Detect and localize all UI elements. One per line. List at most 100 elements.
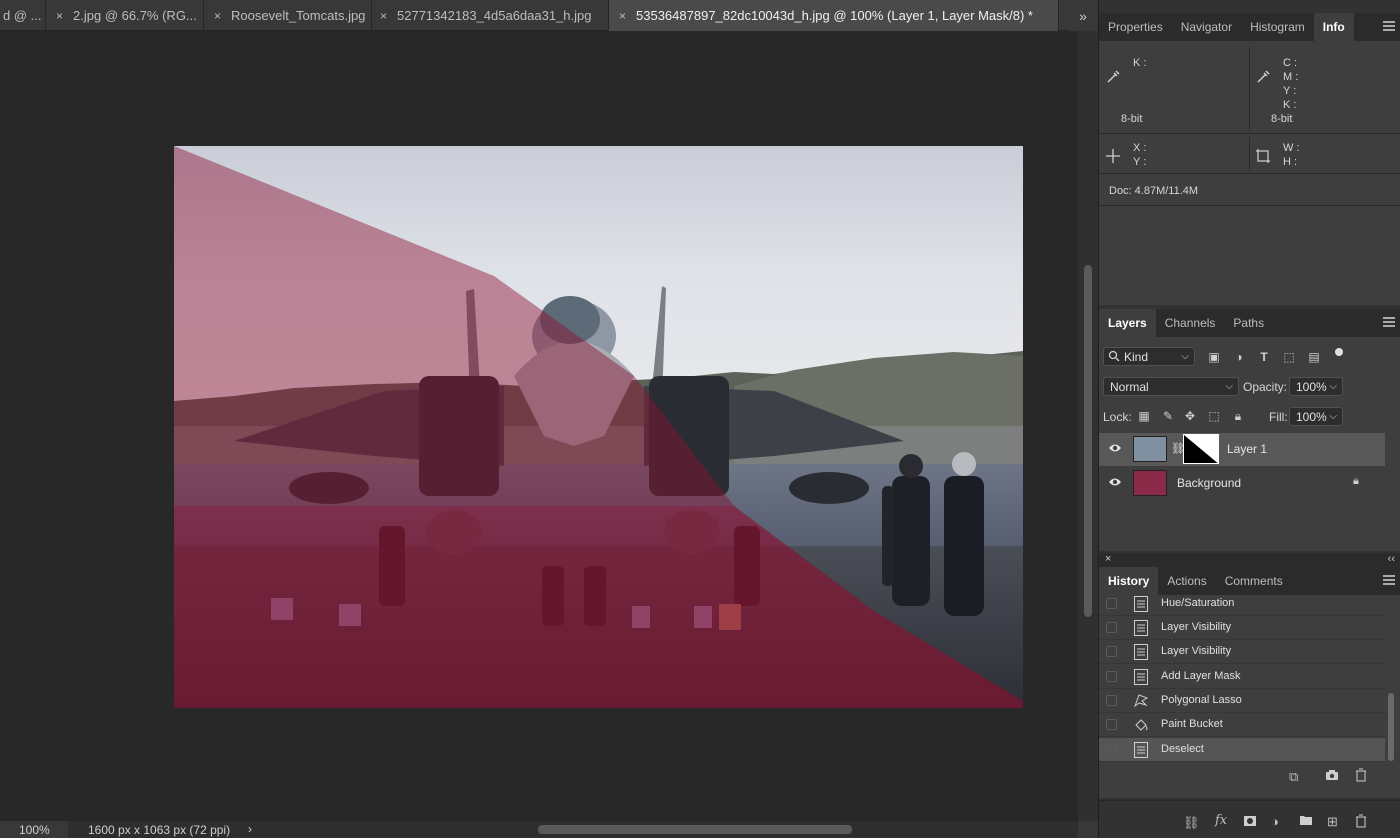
history-item-label: Deselect	[1161, 743, 1204, 755]
tab-doc-5-active[interactable]: × 53536487897_82dc10043d_h.jpg @ 100% (L…	[609, 0, 1059, 31]
fx-icon[interactable]: fx	[1215, 813, 1227, 828]
tab-navigator[interactable]: Navigator	[1172, 13, 1241, 41]
layer-name[interactable]: Background	[1177, 476, 1241, 490]
panel-menu-icon[interactable]	[1383, 575, 1395, 585]
blend-mode-select[interactable]: Normal ⌵	[1103, 377, 1239, 396]
eye-icon[interactable]	[1108, 442, 1122, 457]
document-icon	[1134, 742, 1148, 758]
lock-label: Lock:	[1103, 410, 1132, 424]
history-item[interactable]: Polygonal Lasso	[1099, 689, 1385, 713]
tab-layers[interactable]: Layers	[1099, 309, 1156, 337]
lock-transparent-icon[interactable]: ▦	[1137, 409, 1151, 423]
history-panel-body: Hue/Saturation Layer Visibility Layer Vi…	[1099, 595, 1400, 798]
info-c-label: C :	[1283, 57, 1298, 69]
history-panel-header-strip: × ‹‹	[1099, 553, 1400, 567]
filter-type-icon[interactable]: T	[1257, 350, 1271, 364]
info-y-label: Y :	[1283, 85, 1297, 97]
layer-row-background[interactable]: Background 🔒︎	[1099, 467, 1385, 500]
info-panel-body: K : 8-bit C : M : Y : K : 8-bit X : Y : …	[1099, 41, 1400, 305]
history-item[interactable]: Layer Visibility	[1099, 616, 1385, 640]
history-scrollbar[interactable]	[1387, 595, 1397, 763]
zoom-level[interactable]: 100%	[19, 823, 50, 837]
tab-label: d @ ...	[3, 8, 42, 23]
snapshot-checkbox[interactable]	[1106, 719, 1117, 730]
collapse-icon[interactable]: ‹‹	[1388, 553, 1395, 565]
filter-toggle-icon[interactable]	[1335, 348, 1343, 356]
lock-artboard-icon[interactable]: ⬚	[1207, 409, 1221, 423]
history-item[interactable]: Hue/Saturation	[1099, 595, 1385, 616]
tab-channels[interactable]: Channels	[1156, 309, 1225, 337]
tab-overflow-icon[interactable]: »	[1068, 0, 1098, 31]
tab-paths[interactable]: Paths	[1224, 309, 1273, 337]
lock-position-icon[interactable]: ✥	[1183, 409, 1197, 423]
camera-icon[interactable]	[1325, 769, 1339, 784]
snapshot-checkbox[interactable]	[1106, 598, 1117, 609]
vertical-scrollbar[interactable]	[1078, 31, 1098, 821]
layer-row-layer1[interactable]: ⛓︎ Layer 1	[1099, 433, 1385, 466]
doc-size: Doc: 4.87M/11.4M	[1109, 185, 1199, 197]
new-layer-icon[interactable]: ⊞	[1327, 814, 1338, 830]
link-layers-icon[interactable]: ⛓︎	[1183, 815, 1200, 831]
panel-menu-icon[interactable]	[1383, 21, 1395, 31]
document-dimensions: 1600 px x 1063 px (72 ppi)	[88, 823, 231, 837]
filter-adjustment-icon[interactable]: ◑	[1232, 350, 1246, 364]
history-scroll-thumb[interactable]	[1388, 693, 1394, 761]
tab-doc-2[interactable]: × 2.jpg @ 66.7% (RG...	[46, 0, 204, 31]
new-document-from-state-icon[interactable]: ⧉	[1289, 769, 1298, 785]
horizontal-scroll-thumb[interactable]	[538, 825, 852, 834]
tab-info[interactable]: Info	[1313, 13, 1354, 41]
tab-histogram[interactable]: Histogram	[1241, 13, 1314, 41]
tab-properties[interactable]: Properties	[1099, 13, 1172, 41]
history-item[interactable]: Paint Bucket	[1099, 713, 1385, 737]
info-h-label: H :	[1283, 156, 1298, 168]
folder-icon[interactable]	[1299, 814, 1313, 829]
close-icon[interactable]: ×	[619, 9, 626, 23]
trash-icon[interactable]	[1355, 768, 1367, 785]
opacity-label: Opacity:	[1243, 380, 1288, 394]
tab-doc-3[interactable]: × Roosevelt_Tomcats.jpg	[204, 0, 372, 31]
filter-pixel-icon[interactable]: ▣	[1207, 350, 1221, 364]
history-item[interactable]: Layer Visibility	[1099, 640, 1385, 664]
info-panel-tabs: Properties Navigator Histogram Info	[1099, 13, 1400, 41]
tab-actions[interactable]: Actions	[1158, 567, 1215, 595]
history-item-label: Add Layer Mask	[1161, 670, 1241, 682]
snapshot-checkbox[interactable]	[1106, 622, 1117, 633]
history-item[interactable]: Add Layer Mask	[1099, 665, 1385, 689]
close-icon[interactable]: ×	[1105, 553, 1111, 565]
eyedropper-icon	[1105, 69, 1121, 88]
adjustment-layer-icon[interactable]: ◑	[1271, 814, 1279, 829]
fill-input[interactable]: 100% ⌵	[1289, 407, 1343, 426]
eye-icon[interactable]	[1108, 476, 1122, 491]
vertical-scroll-thumb[interactable]	[1084, 265, 1092, 617]
lock-all-icon[interactable]: 🔒︎	[1231, 409, 1245, 423]
add-mask-icon[interactable]	[1243, 815, 1257, 830]
lock-paint-icon[interactable]: ✎	[1161, 409, 1175, 423]
close-icon[interactable]: ×	[214, 9, 221, 23]
close-icon[interactable]: ×	[380, 9, 387, 23]
snapshot-checkbox[interactable]	[1106, 695, 1117, 706]
filter-smart-object-icon[interactable]: ▤	[1307, 350, 1321, 364]
document-tab-bar: d @ ... × 2.jpg @ 66.7% (RG... × Rooseve…	[0, 0, 1098, 31]
filter-shape-icon[interactable]: ⬚	[1282, 350, 1296, 364]
lasso-icon	[1133, 694, 1149, 708]
document-image[interactable]	[174, 146, 1023, 708]
history-item-selected[interactable]: Deselect	[1099, 738, 1385, 762]
tab-history[interactable]: History	[1099, 567, 1159, 595]
tab-comments[interactable]: Comments	[1216, 567, 1292, 595]
panel-menu-icon[interactable]	[1383, 317, 1395, 327]
close-icon[interactable]: ×	[56, 9, 63, 23]
snapshot-checkbox[interactable]	[1106, 671, 1117, 682]
layer-filter-kind[interactable]: Kind ⌵	[1103, 347, 1195, 366]
trash-icon[interactable]	[1355, 814, 1367, 831]
tab-doc-4[interactable]: × 52771342183_4d5a6daa31_h.jpg	[372, 0, 609, 31]
tab-label: 53536487897_82dc10043d_h.jpg @ 100% (Lay…	[636, 8, 1033, 23]
canvas-area[interactable]	[0, 31, 1078, 821]
document-icon	[1134, 644, 1148, 660]
layer-mask-thumbnail[interactable]	[1183, 434, 1219, 464]
status-arrow-icon[interactable]: ›	[248, 822, 252, 836]
snapshot-checkbox[interactable]	[1106, 744, 1117, 755]
snapshot-checkbox[interactable]	[1106, 646, 1117, 657]
opacity-input[interactable]: 100% ⌵	[1289, 377, 1343, 396]
layer-name[interactable]: Layer 1	[1227, 442, 1267, 456]
tab-doc-1[interactable]: d @ ...	[0, 0, 46, 31]
